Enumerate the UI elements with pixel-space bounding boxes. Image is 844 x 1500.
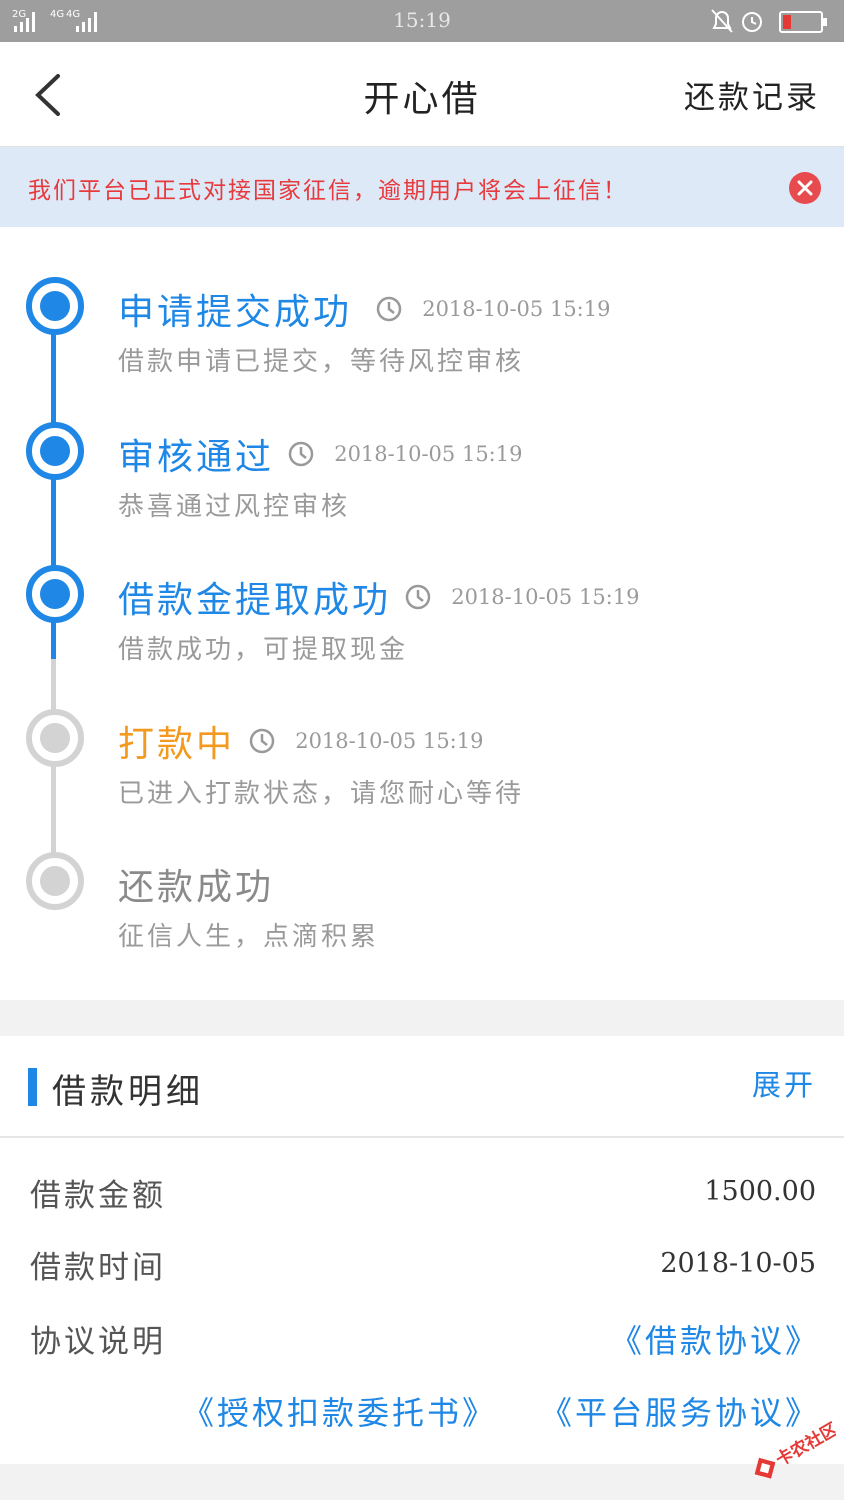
- step-description: 征信人生，点滴积累: [118, 922, 380, 952]
- step-title: 还款成功: [118, 867, 275, 908]
- battery-icon: [779, 11, 827, 33]
- loan-agreement-link[interactable]: 《借款协议》: [610, 1316, 820, 1362]
- section-accent-bar: [28, 1068, 37, 1106]
- agreement-label: 协议说明: [30, 1324, 166, 1360]
- timeline-step: 打款中 2018-10-05 15:19 已进入打款状态，请您耐心等待: [118, 715, 524, 810]
- loan-details-card: 借款明细 展开 借款金额 1500.00 借款时间 2018-10-05 协议说…: [0, 1036, 844, 1464]
- clock-icon: [288, 441, 314, 467]
- clock-icon: [405, 584, 431, 610]
- step-title: 申请提交成功: [118, 292, 353, 333]
- mute-bell-icon: [711, 9, 733, 33]
- notice-text: 我们平台已正式对接国家征信，逾期用户将会上征信！: [28, 178, 628, 204]
- step-description: 已进入打款状态，请您耐心等待: [118, 779, 525, 809]
- clock-icon: [376, 296, 402, 322]
- timeline-step: 申请提交成功 2018-10-05 15:19 借款申请已提交，等待风控审核: [118, 283, 610, 378]
- timeline-step: 借款金提取成功 2018-10-05 15:19 借款成功，可提取现金: [118, 571, 639, 666]
- loan-amount-label: 借款金额: [30, 1178, 166, 1214]
- step-node-pending: [26, 852, 84, 910]
- timeline-step: 还款成功 征信人生，点滴积累: [118, 858, 379, 953]
- step-node-done: [26, 277, 84, 335]
- step-time: 2018-10-05 15:19: [451, 585, 640, 609]
- clock-icon: [249, 728, 275, 754]
- credit-notice-banner: 我们平台已正式对接国家征信，逾期用户将会上征信！: [0, 147, 844, 227]
- step-title: 借款金提取成功: [118, 580, 392, 621]
- repayment-records-link[interactable]: 还款记录: [684, 72, 820, 117]
- step-time: 2018-10-05 15:19: [334, 442, 523, 466]
- step-node-pending: [26, 709, 84, 767]
- status-bar: 2G 4G 4G 15:19: [0, 0, 844, 42]
- community-watermark-logo: 卡农社区: [754, 1419, 836, 1479]
- step-time: 2018-10-05 15:19: [422, 297, 611, 321]
- alarm-icon: [742, 12, 762, 32]
- loan-time-label: 借款时间: [30, 1250, 166, 1286]
- step-description: 借款申请已提交，等待风控审核: [118, 347, 525, 377]
- step-title: 打款中: [118, 724, 236, 765]
- step-time: 2018-10-05 15:19: [295, 729, 484, 753]
- loan-time-value: 2018-10-05: [660, 1248, 816, 1279]
- timeline-step: 审核通过 2018-10-05 15:19 恭喜通过风控审核: [118, 428, 522, 523]
- timeline-line-inactive: [51, 659, 56, 881]
- step-title: 审核通过: [118, 437, 275, 478]
- step-description: 恭喜通过风控审核: [118, 492, 351, 522]
- close-icon[interactable]: [788, 171, 822, 205]
- step-node-done: [26, 422, 84, 480]
- nav-bar: 开心借 还款记录: [0, 42, 844, 147]
- debit-authorization-link[interactable]: 《授权扣款委托书》: [182, 1388, 497, 1434]
- loan-details-header: 借款明细 展开: [0, 1036, 844, 1138]
- status-icons: [711, 9, 827, 33]
- step-description: 借款成功，可提取现金: [118, 635, 409, 665]
- progress-timeline: 申请提交成功 2018-10-05 15:19 借款申请已提交，等待风控审核 审…: [0, 227, 844, 1000]
- expand-button[interactable]: 展开: [752, 1062, 816, 1104]
- loan-amount-value: 1500.00: [704, 1176, 816, 1207]
- step-node-done: [26, 565, 84, 623]
- section-title: 借款明细: [52, 1072, 204, 1112]
- watermark-text: 卡农社区: [772, 1419, 836, 1471]
